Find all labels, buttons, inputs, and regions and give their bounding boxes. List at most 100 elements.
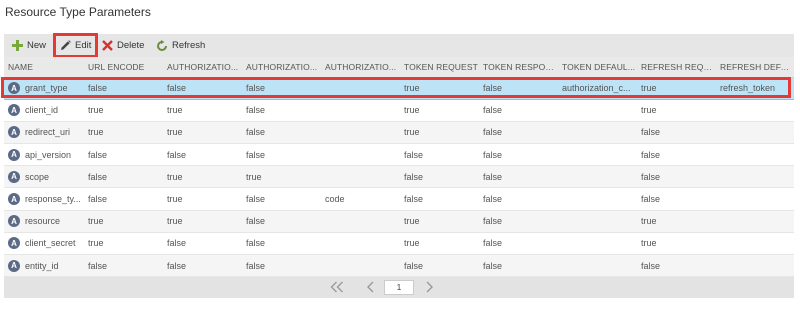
grid-header-row: NAME URL ENCODE AUTHORIZATIO... AUTHORIZ… [4, 57, 794, 78]
row-name-label: api_version [25, 149, 72, 160]
cell-authorization-2: false [242, 143, 321, 167]
table-row[interactable]: Aapi_version false false false false false fal… [4, 143, 794, 167]
row-name-label: redirect_uri [25, 127, 71, 138]
cell-token-response: false [479, 121, 558, 145]
cell-refresh-request: true [637, 232, 716, 256]
column-header-authorization-3[interactable]: AUTHORIZATIO... [321, 57, 400, 78]
chevron-right-icon [426, 281, 433, 293]
column-header-refresh-default[interactable]: REFRESH DEFAU... [716, 57, 794, 78]
cell-token-request: true [400, 210, 479, 233]
cell-authorization-1: true [163, 187, 242, 211]
cell-url-encode: false [84, 143, 163, 167]
table-row[interactable]: Ascope false true true false false false [4, 165, 794, 189]
double-chevron-left-icon [330, 281, 343, 293]
page-number-input[interactable]: 1 [384, 280, 414, 295]
cell-token-response: false [479, 99, 558, 122]
cell-name: Aresource [4, 210, 84, 233]
cell-token-default [558, 232, 637, 256]
cell-name: Aredirect_uri [4, 121, 84, 145]
cell-refresh-default [716, 143, 794, 167]
cell-refresh-request: false [637, 165, 716, 189]
cell-name: Aresponse_ty... [4, 187, 84, 211]
next-page-button[interactable] [424, 279, 434, 296]
letter-a-icon: A [8, 193, 20, 206]
cell-token-response: false [479, 165, 558, 189]
cell-name: Aentity_id [4, 254, 84, 278]
cell-authorization-3 [321, 232, 400, 256]
cell-authorization-2: false [242, 232, 321, 256]
cell-name: Ascope [4, 165, 84, 189]
cell-url-encode: false [84, 76, 163, 100]
cell-authorization-3 [321, 76, 400, 100]
cell-token-default [558, 99, 637, 122]
cell-authorization-3 [321, 99, 400, 122]
row-name-label: client_id [25, 105, 59, 116]
cell-token-default: authorization_c... [558, 76, 637, 100]
row-name-label: response_ty... [25, 194, 81, 205]
row-name-label: resource [25, 216, 61, 227]
cell-token-response: false [479, 143, 558, 167]
column-header-authorization-2[interactable]: AUTHORIZATIO... [242, 57, 321, 78]
column-header-authorization-1[interactable]: AUTHORIZATIO... [163, 57, 242, 78]
cell-authorization-1: false [163, 143, 242, 167]
column-header-refresh-request[interactable]: REFRESH REQU... [637, 57, 716, 78]
cell-refresh-default [716, 187, 794, 211]
cell-token-response: false [479, 76, 558, 100]
table-row[interactable]: Agrant_type false false false true false autho… [4, 76, 794, 100]
cell-authorization-3 [321, 254, 400, 278]
cell-authorization-3 [321, 143, 400, 167]
refresh-button[interactable]: Refresh [156, 37, 205, 54]
cell-authorization-3 [321, 210, 400, 233]
cell-url-encode: true [84, 121, 163, 145]
cell-url-encode: true [84, 210, 163, 233]
letter-a-icon: A [8, 237, 20, 250]
new-button[interactable]: New [12, 37, 46, 54]
pager: 1 [4, 277, 794, 298]
first-page-button[interactable] [330, 279, 344, 296]
column-header-token-default[interactable]: TOKEN DEFAUL... [558, 57, 637, 78]
prev-page-button[interactable] [366, 279, 376, 296]
row-name-label: entity_id [25, 260, 59, 271]
table-row[interactable]: Aredirect_uri true true false true false false [4, 121, 794, 145]
cell-authorization-2: false [242, 254, 321, 278]
table-row[interactable]: Aclient_secret true false false true false tru… [4, 232, 794, 256]
cell-authorization-2: true [242, 165, 321, 189]
cell-token-request: false [400, 165, 479, 189]
edit-button[interactable]: Edit [52, 33, 99, 58]
cell-authorization-1: false [163, 232, 242, 256]
cell-authorization-2: false [242, 187, 321, 211]
cell-token-request: true [400, 232, 479, 256]
letter-a-icon: A [8, 215, 20, 228]
delete-button-label: Delete [117, 40, 145, 51]
cell-authorization-2: false [242, 210, 321, 233]
cell-url-encode: true [84, 232, 163, 256]
table-row[interactable]: Aclient_id true true false true false true [4, 99, 794, 122]
cell-token-request: false [400, 143, 479, 167]
cell-refresh-request: true [637, 99, 716, 122]
letter-a-icon: A [8, 259, 20, 272]
cell-refresh-request: false [637, 254, 716, 278]
row-name-label: grant_type [25, 83, 68, 94]
cell-token-response: false [479, 187, 558, 211]
column-header-token-request[interactable]: TOKEN REQUEST [400, 57, 479, 78]
cell-refresh-default [716, 165, 794, 189]
table-row[interactable]: Aresource true true false true false true [4, 210, 794, 233]
column-header-url-encode[interactable]: URL ENCODE [84, 57, 163, 78]
cell-token-default [558, 165, 637, 189]
cell-authorization-1: true [163, 165, 242, 189]
cell-refresh-request: true [637, 76, 716, 100]
cell-name: Aclient_id [4, 99, 84, 122]
table-row[interactable]: Aresponse_ty... false true false code false fa… [4, 187, 794, 211]
table-row[interactable]: Aentity_id false false false false false false [4, 254, 794, 278]
parameters-panel: New Edit Delete Refresh NAME URL ENCODE … [4, 33, 794, 298]
column-header-token-response[interactable]: TOKEN RESPON... [479, 57, 558, 78]
cell-refresh-default [716, 210, 794, 233]
cell-authorization-1: true [163, 121, 242, 145]
cell-refresh-request: true [637, 210, 716, 233]
cell-token-request: false [400, 254, 479, 278]
refresh-button-label: Refresh [172, 40, 206, 51]
column-header-name[interactable]: NAME [4, 57, 84, 78]
cell-name: Aclient_secret [4, 232, 84, 256]
cell-token-default [558, 254, 637, 278]
delete-button[interactable]: Delete [102, 37, 144, 54]
